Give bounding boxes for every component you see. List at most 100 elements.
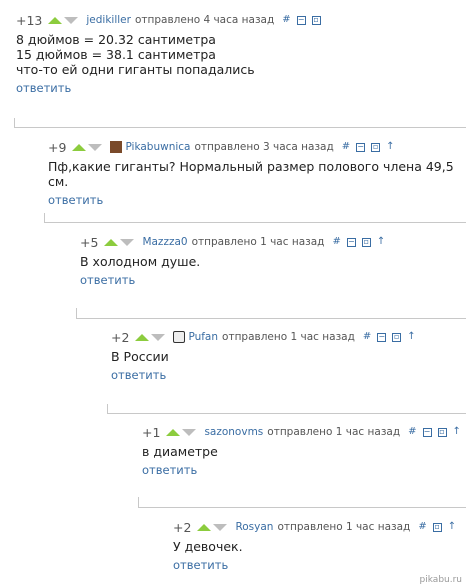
comment-rating: +2 <box>111 329 130 345</box>
comment-meta: отправлено 1 час назад <box>277 521 411 533</box>
comment-body: В холодном душе. <box>80 254 391 269</box>
avatar[interactable] <box>173 331 186 343</box>
comment-body: Пф,какие гиганты? Нормальный размер поло… <box>48 159 466 189</box>
comment-meta: отправлено 3 часа назад <box>194 141 334 153</box>
upvote-icon[interactable] <box>166 428 181 436</box>
comment-actions: # − ▫ ↑ <box>363 332 422 342</box>
comment-actions: # − ▫ <box>282 15 326 25</box>
collapse-icon[interactable]: − <box>346 237 356 247</box>
save-icon[interactable]: ▫ <box>371 142 381 152</box>
parent-arrow-icon[interactable]: ↑ <box>407 332 415 342</box>
comment-header: +5 Mazzza0 отправлено 1 час назад # − ▫ … <box>80 234 391 250</box>
comment-meta: отправлено 4 часа назад <box>134 14 275 26</box>
reply-link[interactable]: ответить <box>48 193 103 207</box>
thread-line <box>107 404 108 414</box>
upvote-icon[interactable] <box>48 16 63 24</box>
comment-author[interactable]: Mazzza0 <box>142 236 187 248</box>
comment-body: в диаметре <box>142 444 466 459</box>
comment-header: +2 Rosyan отправлено 1 час назад # ▫ ↑ <box>173 519 462 535</box>
parent-arrow-icon[interactable]: ↑ <box>386 142 394 152</box>
save-icon[interactable]: ▫ <box>311 15 321 25</box>
hash-link-icon[interactable]: # <box>342 142 350 152</box>
hash-link-icon[interactable]: # <box>282 15 290 25</box>
parent-arrow-icon[interactable]: ↑ <box>453 427 461 437</box>
parent-arrow-icon[interactable]: ↑ <box>377 237 385 247</box>
comment-rating: +5 <box>80 234 99 250</box>
comment-header: +9 Pikabuwnica отправлено 3 часа назад #… <box>48 139 466 155</box>
comment-actions: # − ▫ ↑ <box>342 142 401 152</box>
downvote-icon[interactable] <box>120 238 135 246</box>
comment-actions: # − ▫ ↑ <box>332 237 391 247</box>
comment-body: 8 дюймов = 20.32 сантиметра 15 дюймов = … <box>16 32 327 77</box>
comment: +2 Pufan отправлено 1 час назад # − ▫ ↑ … <box>111 329 422 383</box>
reply-link[interactable]: ответить <box>80 273 135 287</box>
upvote-icon[interactable] <box>104 238 119 246</box>
downvote-icon[interactable] <box>213 523 228 531</box>
comment: +5 Mazzza0 отправлено 1 час назад # − ▫ … <box>80 234 391 288</box>
reply-link[interactable]: ответить <box>111 368 166 382</box>
comment-header: +2 Pufan отправлено 1 час назад # − ▫ ↑ <box>111 329 422 345</box>
hash-link-icon[interactable]: # <box>363 332 371 342</box>
thread-line <box>14 127 466 128</box>
reply-link[interactable]: ответить <box>173 558 228 572</box>
comment-line: В России <box>111 349 169 364</box>
comment: +13 jedikiller отправлено 4 часа назад #… <box>16 12 327 96</box>
avatar[interactable] <box>110 141 123 153</box>
collapse-icon[interactable]: − <box>356 142 366 152</box>
reply-link[interactable]: ответить <box>142 463 197 477</box>
comment-meta: отправлено 1 час назад <box>267 426 401 438</box>
comment: +9 Pikabuwnica отправлено 3 часа назад #… <box>48 139 466 208</box>
downvote-icon[interactable] <box>182 428 197 436</box>
upvote-icon[interactable] <box>135 333 150 341</box>
thread-line <box>76 318 466 319</box>
save-icon[interactable]: ▫ <box>432 522 442 532</box>
save-icon[interactable]: ▫ <box>437 427 447 437</box>
comment-rating: +13 <box>16 12 43 28</box>
save-icon[interactable]: ▫ <box>392 332 402 342</box>
comment-rating: +9 <box>48 139 67 155</box>
thread-line <box>76 308 77 319</box>
thread-line <box>138 507 466 508</box>
collapse-icon[interactable]: − <box>296 15 306 25</box>
downvote-icon[interactable] <box>88 143 103 151</box>
comment: +2 Rosyan отправлено 1 час назад # ▫ ↑ У… <box>173 519 462 573</box>
site-watermark: pikabu.ru <box>419 575 462 585</box>
reply-link[interactable]: ответить <box>16 81 71 95</box>
comment-line: 8 дюймов = 20.32 сантиметра <box>16 32 216 47</box>
comment-header: +1 sazonovms отправлено 1 час назад # − … <box>142 424 466 440</box>
comment-line: В холодном душе. <box>80 254 201 269</box>
comment-author[interactable]: jedikiller <box>86 14 131 26</box>
collapse-icon[interactable]: − <box>377 332 387 342</box>
comment-actions: # ▫ ↑ <box>418 522 462 532</box>
comment: +1 sazonovms отправлено 1 час назад # − … <box>142 424 466 478</box>
comment-line: что-то ей одни гиганты попадались <box>16 62 255 77</box>
comment-rating: +2 <box>173 519 192 535</box>
comment-line: 15 дюймов = 38.1 сантиметра <box>16 47 216 62</box>
thread-line <box>44 213 45 223</box>
comment-actions: # − ▫ ↑ <box>408 427 466 437</box>
hash-link-icon[interactable]: # <box>332 237 340 247</box>
comment-rating: +1 <box>142 424 161 440</box>
upvote-icon[interactable] <box>197 523 212 531</box>
comment-author[interactable]: Rosyan <box>235 521 273 533</box>
hash-link-icon[interactable]: # <box>408 427 416 437</box>
comment-line: в диаметре <box>142 444 218 459</box>
thread-line <box>14 118 15 128</box>
collapse-icon[interactable]: − <box>422 427 432 437</box>
downvote-icon[interactable] <box>151 333 166 341</box>
thread-line <box>107 413 466 414</box>
parent-arrow-icon[interactable]: ↑ <box>448 522 456 532</box>
upvote-icon[interactable] <box>72 143 87 151</box>
comment-line: У девочек. <box>173 539 243 554</box>
thread-line <box>138 497 139 508</box>
comment-author[interactable]: Pikabuwnica <box>125 141 190 153</box>
downvote-icon[interactable] <box>64 16 79 24</box>
hash-link-icon[interactable]: # <box>418 522 426 532</box>
comment-body: В России <box>111 349 422 364</box>
comment-author[interactable]: sazonovms <box>204 426 263 438</box>
comment-header: +13 jedikiller отправлено 4 часа назад #… <box>16 12 327 28</box>
comment-meta: отправлено 1 час назад <box>191 236 325 248</box>
comment-line: Пф,какие гиганты? Нормальный размер поло… <box>48 159 454 189</box>
save-icon[interactable]: ▫ <box>361 237 371 247</box>
comment-author[interactable]: Pufan <box>188 331 218 343</box>
